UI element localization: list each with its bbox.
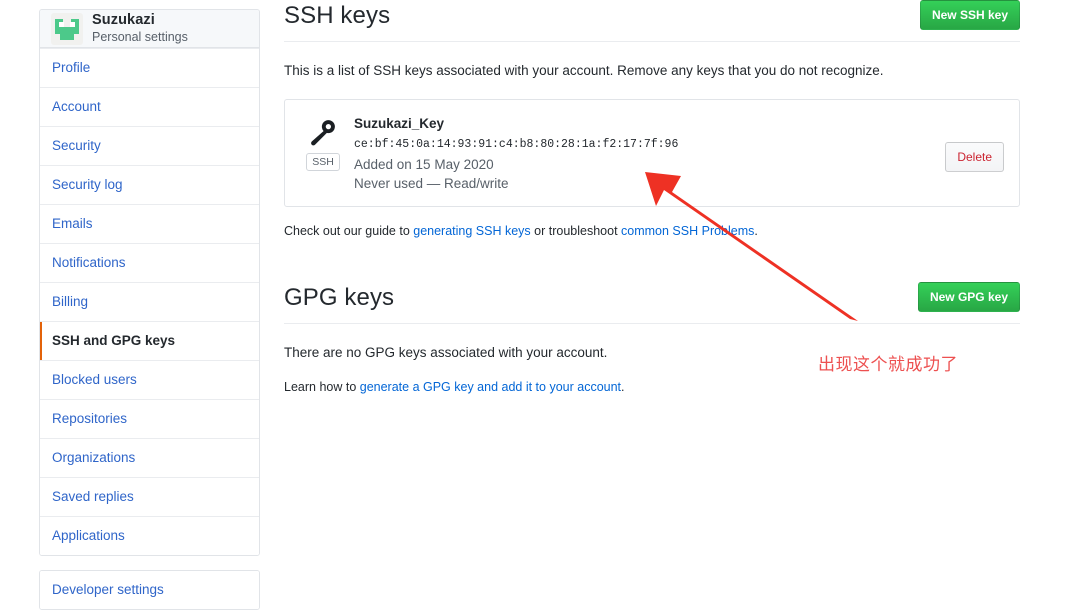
sidebar-item-applications[interactable]: Applications: [40, 516, 259, 555]
sidebar-developer-box: Developer settings: [39, 570, 260, 610]
sidebar-item-profile[interactable]: Profile: [40, 48, 259, 87]
gpg-keys-learn-line: Learn how to generate a GPG key and add …: [284, 378, 1020, 396]
ssh-key-usage: Never used — Read/write: [354, 176, 509, 191]
key-icon: [311, 120, 335, 146]
gpg-keys-header: GPG keys New GPG key: [284, 282, 1020, 324]
sidebar-profile-name: Suzukazi: [92, 12, 155, 29]
gpg-keys-title: GPG keys: [284, 284, 395, 311]
ssh-key-icon-column: SSH: [300, 114, 346, 171]
identicon-avatar: [51, 12, 83, 45]
main-content: SSH keys New SSH key This is a list of S…: [284, 0, 1020, 396]
ssh-keys-description: This is a list of SSH keys associated wi…: [284, 63, 884, 78]
sidebar-item-notifications[interactable]: Notifications: [40, 243, 259, 282]
sidebar-item-ssh-and-gpg-keys[interactable]: SSH and GPG keys: [40, 321, 259, 360]
footnote-text-1: Check out our guide to: [284, 224, 414, 238]
ssh-key-badge: SSH: [306, 153, 340, 171]
footnote-text-2: or troubleshoot: [530, 224, 622, 238]
new-ssh-key-button[interactable]: New SSH key: [919, 0, 1020, 30]
sidebar-item-developer-settings[interactable]: Developer settings: [40, 571, 259, 609]
sidebar-profile-subtitle: Personal settings: [92, 30, 188, 45]
common-ssh-problems-link[interactable]: common SSH Problems: [621, 224, 754, 238]
sidebar-item-security-log[interactable]: Security log: [40, 165, 259, 204]
sidebar-item-blocked-users[interactable]: Blocked users: [40, 360, 259, 399]
ssh-keys-header: SSH keys New SSH key: [284, 0, 1020, 42]
sidebar-item-billing[interactable]: Billing: [40, 282, 259, 321]
footnote-text-3: .: [754, 224, 758, 238]
ssh-key-card: SSH Suzukazi_Key ce:bf:45:0a:14:93:91:c4…: [284, 99, 1020, 207]
sidebar-item-saved-replies[interactable]: Saved replies: [40, 477, 259, 516]
sidebar-item-security[interactable]: Security: [40, 126, 259, 165]
generating-ssh-keys-link[interactable]: generating SSH keys: [413, 224, 530, 238]
ssh-key-title: Suzukazi_Key: [354, 116, 445, 131]
generate-gpg-key-link[interactable]: generate a GPG key and add it to your ac…: [360, 380, 621, 394]
sidebar-item-emails[interactable]: Emails: [40, 204, 259, 243]
sidebar-item-repositories[interactable]: Repositories: [40, 399, 259, 438]
ssh-key-added-date: Added on 15 May 2020: [354, 157, 494, 172]
new-gpg-key-button[interactable]: New GPG key: [917, 282, 1020, 312]
settings-sidebar: Suzukazi Personal settings Profile Accou…: [39, 9, 260, 610]
ssh-keys-title: SSH keys: [284, 2, 391, 29]
sidebar-main-box: Suzukazi Personal settings Profile Accou…: [39, 9, 260, 556]
learn-text-1: Learn how to: [284, 380, 360, 394]
delete-ssh-key-button[interactable]: Delete: [945, 141, 1004, 172]
gpg-keys-empty-message: There are no GPG keys associated with yo…: [284, 345, 608, 360]
sidebar-profile-header: Suzukazi Personal settings: [40, 10, 259, 48]
learn-text-2: .: [621, 380, 625, 394]
sidebar-item-organizations[interactable]: Organizations: [40, 438, 259, 477]
ssh-keys-footnote: Check out our guide to generating SSH ke…: [284, 222, 1020, 240]
sidebar-item-account[interactable]: Account: [40, 87, 259, 126]
ssh-key-fingerprint: ce:bf:45:0a:14:93:91:c4:b8:80:28:1a:f2:1…: [354, 138, 679, 151]
ssh-key-info: Suzukazi_Key ce:bf:45:0a:14:93:91:c4:b8:…: [346, 114, 945, 193]
